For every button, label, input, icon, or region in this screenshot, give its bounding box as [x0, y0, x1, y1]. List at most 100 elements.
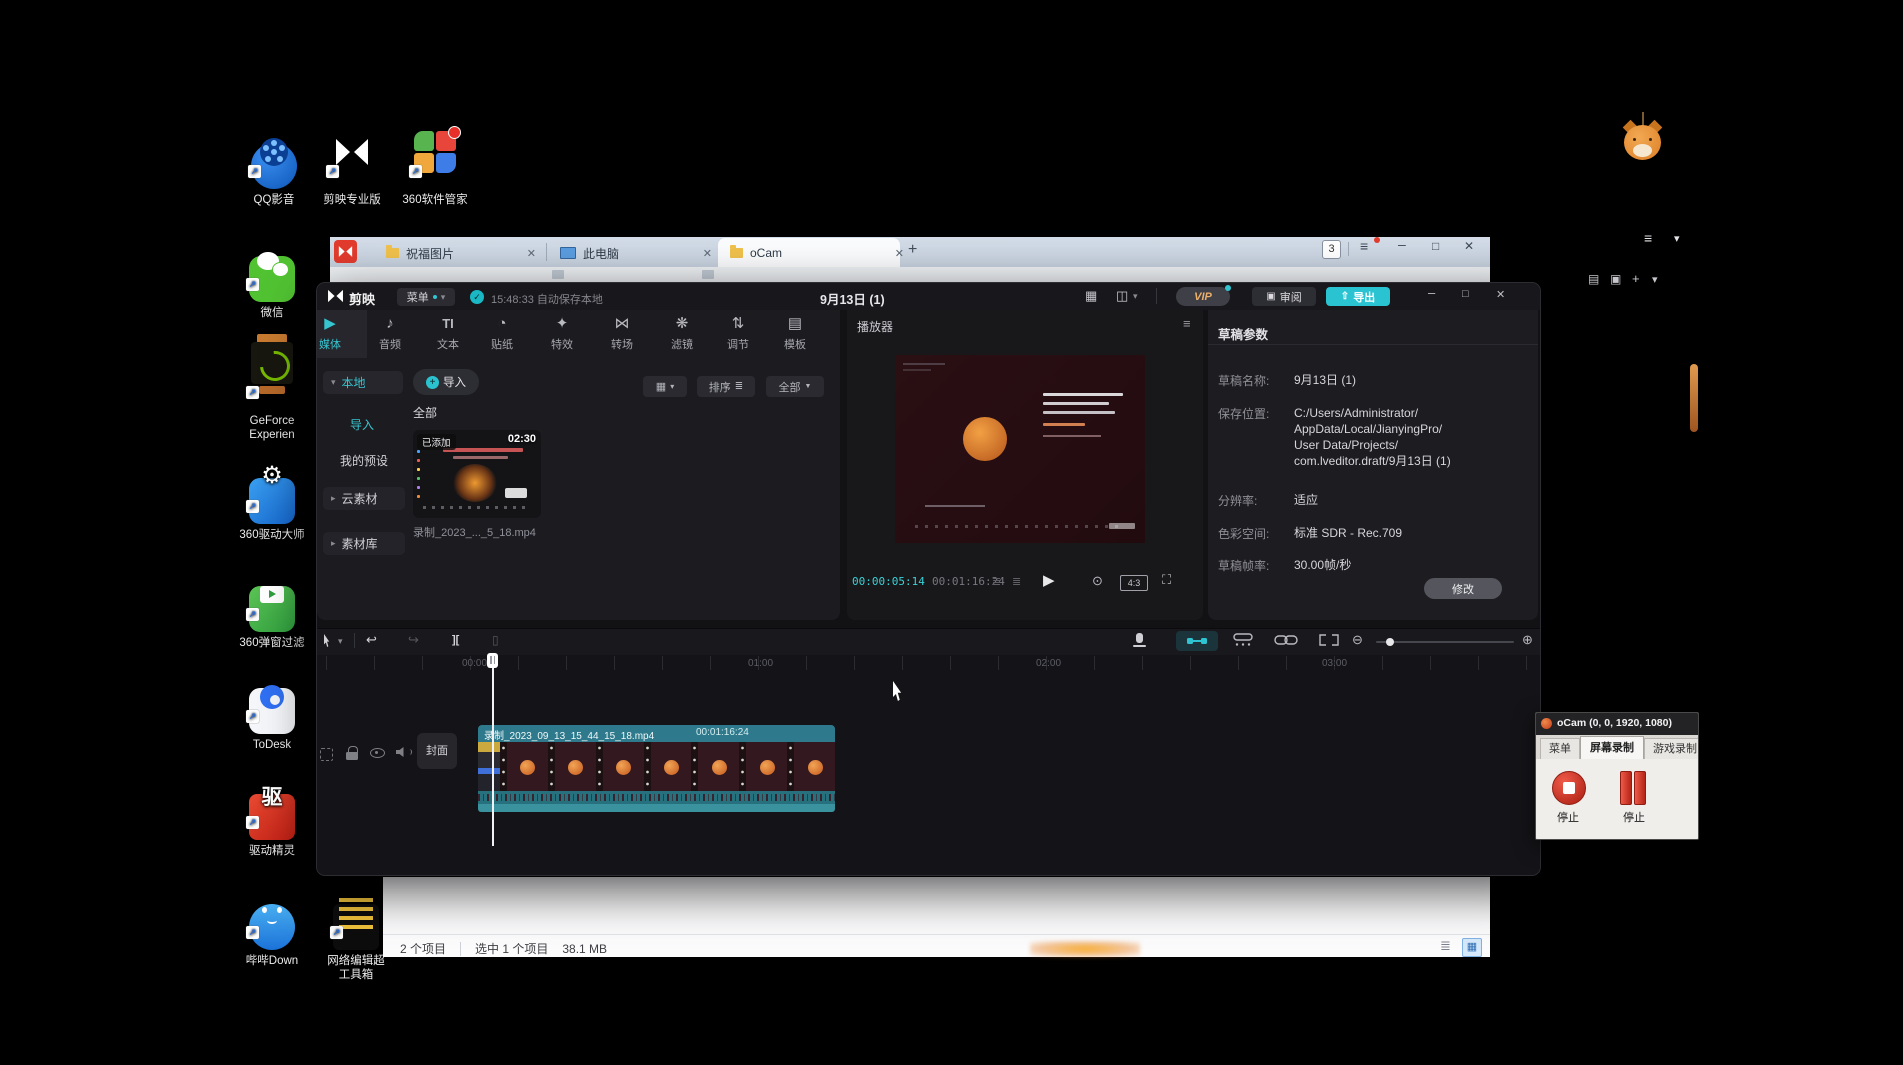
hamburger-icon[interactable]: ≡ [1644, 230, 1652, 246]
fit-preview-icon[interactable]: ⊙ [1092, 573, 1103, 589]
list-panel-icon[interactable]: ▤ [1588, 272, 1599, 286]
redo-icon[interactable]: ↪ [408, 632, 419, 648]
frame-forward-icon[interactable]: ≣ [1012, 575, 1021, 588]
capcut-close-button[interactable]: ✕ [1496, 288, 1505, 301]
explorer-menu-icon[interactable]: ≡ [1360, 238, 1368, 254]
desktop-icon-geforce[interactable]: ↗ GeForce Experien [228, 320, 316, 442]
timeline-zoom-slider[interactable] [1376, 641, 1514, 643]
explorer-tab-blessing-images[interactable]: 祝福图片 ✕ [378, 239, 544, 267]
sort-button[interactable]: 排序 ≣ [697, 376, 755, 397]
toolbar-folder-icon [552, 270, 564, 279]
tab-close-icon[interactable]: ✕ [703, 247, 712, 260]
clip-filmstrip[interactable] [478, 742, 835, 791]
chevron-down-icon[interactable]: ▾ [1133, 291, 1138, 302]
desktop-icon-bibidown[interactable]: ↗ 哔哔Down [228, 876, 316, 968]
clip-audio-waveform[interactable] [478, 791, 835, 804]
plus-icon[interactable]: + [1632, 271, 1640, 286]
desktop-icon-driver-genius[interactable]: 驱 ↗ 驱动精灵 [228, 766, 316, 858]
grid-panel-icon[interactable]: ▣ [1610, 272, 1621, 286]
chevron-down-icon[interactable]: ▾ [1652, 273, 1658, 286]
timeline-ruler-ticks[interactable] [317, 656, 1540, 670]
tab-transition[interactable]: ⋈转场 [596, 315, 648, 352]
undo-icon[interactable]: ↩ [366, 632, 377, 648]
capcut-maximize-button[interactable]: □ [1462, 288, 1469, 300]
export-button[interactable]: ⇧ 导出 [1326, 287, 1390, 306]
tab-adjust[interactable]: ⇅调节 [712, 315, 764, 352]
layout-switch-icon[interactable]: ◫ [1116, 288, 1128, 304]
mic-icon[interactable] [1136, 633, 1143, 643]
tab-sticker[interactable]: ◔贴纸 [476, 315, 528, 352]
desktop-icon-360-driver[interactable]: ⚙ ↗ 360驱动大师 [228, 450, 316, 542]
delete-icon[interactable]: ▯ [492, 633, 499, 647]
desktop-icon-qqplayer[interactable]: ↗ QQ影音 [230, 115, 318, 207]
sidebar-item-local[interactable]: ▾ 本地 [323, 371, 403, 394]
link-icon[interactable] [1274, 634, 1298, 646]
ocam-tab-menu[interactable]: 菜单 [1540, 738, 1580, 759]
view-list-icon[interactable]: ≣ [1440, 938, 1451, 954]
split-icon[interactable]: ][ [452, 634, 459, 646]
explorer-tab-this-pc[interactable]: 此电脑 ✕ [552, 239, 720, 267]
desktop-icon-wechat[interactable]: ↗ 微信 [228, 228, 316, 320]
ocam-titlebar[interactable]: oCam (0, 0, 1920, 1080) [1536, 713, 1698, 735]
menu-button[interactable]: 菜单 ▾ [397, 288, 455, 306]
aspect-ratio-button[interactable]: 4:3 [1120, 575, 1148, 591]
desktop-icon-todesk[interactable]: ↗ ToDesk [228, 660, 316, 752]
sidebar-item-presets[interactable]: 我的预设 [340, 452, 388, 469]
playhead-line[interactable] [492, 656, 494, 846]
ocam-tab-game-record[interactable]: 游戏录制 [1644, 738, 1699, 759]
modify-button[interactable]: 修改 [1424, 578, 1502, 599]
tab-count-badge[interactable]: 3 [1322, 240, 1341, 259]
explorer-maximize-button[interactable]: □ [1432, 239, 1439, 253]
media-item-thumbnail[interactable]: 已添加 02:30 [413, 430, 541, 518]
desktop-icon-capcut[interactable]: ↗ 剪映专业版 [308, 115, 396, 207]
new-tab-button[interactable]: + [908, 241, 917, 259]
ocam-pause-bar-left[interactable] [1620, 771, 1632, 805]
ocam-tab-screen-record[interactable]: 屏幕录制 [1580, 736, 1644, 760]
main-track-magnet-toggle[interactable] [1176, 631, 1218, 651]
clip-header[interactable]: 录制_2023_09_13_15_44_15_18.mp4 00:01:16:2… [478, 725, 835, 742]
view-thumbnail-icon[interactable]: ▦ [1462, 938, 1482, 957]
explorer-minimize-button[interactable]: – [1398, 236, 1406, 252]
explorer-close-button[interactable]: ✕ [1464, 239, 1474, 253]
ocam-pause-bar-right[interactable] [1634, 771, 1646, 805]
zoom-slider-handle[interactable] [1386, 638, 1394, 646]
play-button[interactable]: ▶ [1043, 571, 1055, 589]
ocam-stop-button[interactable] [1552, 771, 1586, 805]
cover-button[interactable]: 封面 [417, 733, 457, 769]
playhead-handle[interactable] [487, 653, 498, 668]
auto-snap-icon[interactable] [1232, 633, 1254, 647]
desktop-icon-360-popup[interactable]: ↗ 360弹窗过滤 [228, 558, 316, 650]
import-button[interactable]: + 导入 [413, 369, 479, 395]
sidebar-item-import[interactable]: 导入 [350, 416, 374, 433]
capcut-minimize-button[interactable]: – [1428, 285, 1435, 300]
vip-button[interactable]: VIP [1176, 287, 1230, 306]
tab-close-icon[interactable]: ✕ [895, 247, 904, 260]
sidebar-item-library[interactable]: ▸ 素材库 [323, 532, 405, 555]
track-range-icon[interactable] [320, 748, 333, 761]
zoom-fit-icon[interactable]: ⊕ [1522, 632, 1533, 648]
player-menu-icon[interactable]: ≡ [1183, 316, 1191, 331]
filter-button[interactable]: 全部 ▼ [766, 376, 824, 397]
preview-axis-icon[interactable] [1318, 634, 1340, 646]
bibi-eye-left [262, 907, 267, 913]
tab-filter[interactable]: ❋滤镜 [656, 315, 708, 352]
select-tool-caret[interactable]: ▾ [338, 636, 343, 647]
tab-effects[interactable]: ✦特效 [536, 315, 588, 352]
frame-back-icon[interactable]: ≣ [992, 575, 1001, 588]
review-button[interactable]: ▣ 审阅 [1252, 287, 1316, 306]
tab-close-icon[interactable]: ✕ [527, 247, 536, 260]
zoom-out-icon[interactable]: ⊖ [1352, 632, 1363, 648]
effects-icon: ✦ [536, 315, 588, 333]
shortcut-keys-icon[interactable]: ▦ [1085, 288, 1097, 304]
tab-template[interactable]: ▤模板 [769, 315, 821, 352]
eye-icon[interactable] [370, 748, 385, 758]
desktop-icon-360-software[interactable]: ↗ 360软件管家 [391, 115, 479, 207]
explorer-tab-ocam[interactable]: oCam ✕ [722, 239, 912, 267]
tab-media[interactable]: ▶媒体 [304, 315, 356, 352]
chevron-down-icon[interactable]: ▾ [1674, 232, 1680, 245]
tab-audio[interactable]: ♪音频 [364, 315, 416, 352]
sidebar-item-cloud[interactable]: ▸ 云素材 [323, 487, 405, 510]
view-mode-dropdown[interactable]: ▦ ▾ [643, 376, 687, 397]
fullscreen-icon[interactable]: ⛶ [1162, 572, 1171, 588]
tab-text[interactable]: TI文本 [422, 315, 474, 352]
